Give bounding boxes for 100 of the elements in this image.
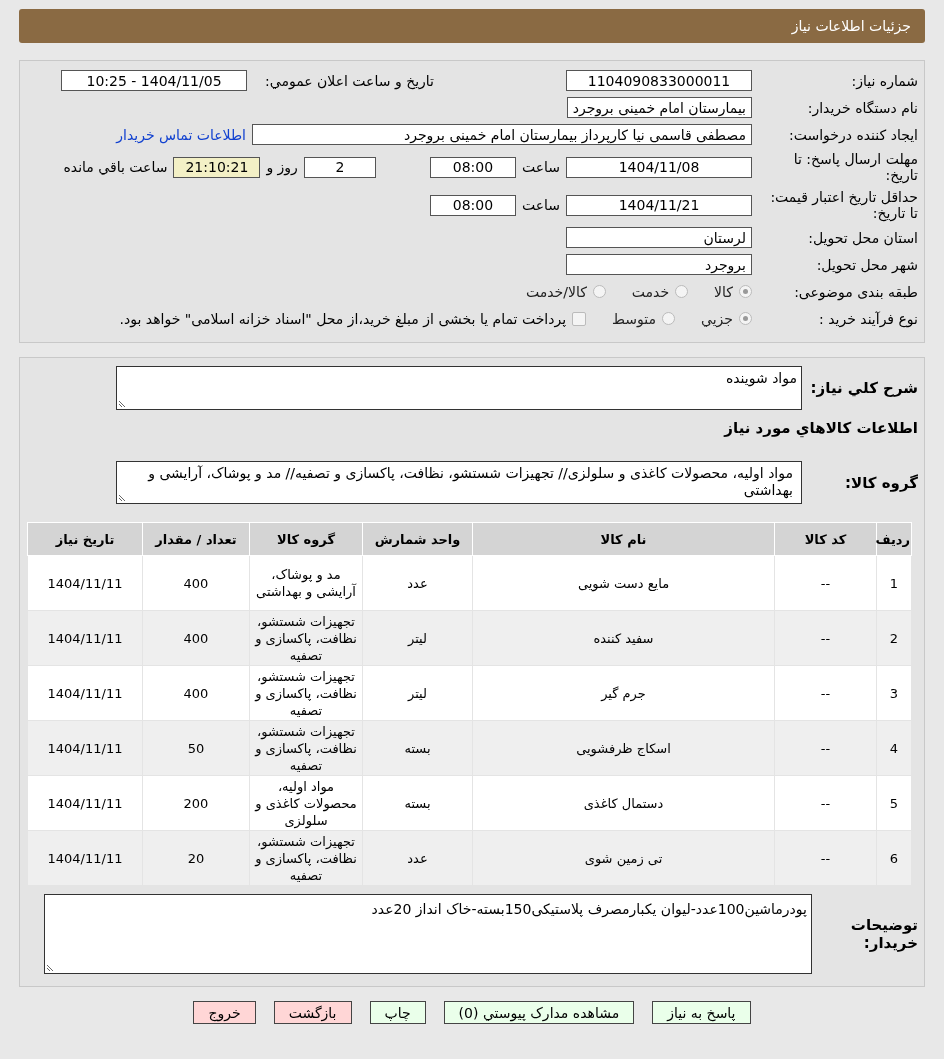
validity-time-field: 08:00 (429, 194, 516, 216)
option-label: کالا/خدمت (525, 283, 587, 300)
resize-handle-icon[interactable] (119, 493, 127, 501)
table-cell: 6 (876, 830, 912, 886)
column-header: تاریخ نیاز (27, 522, 143, 556)
table-cell: تجهیزات شستشو، نظافت، پاکسازی و تصفیه (249, 610, 363, 666)
field-label: ساعت (521, 159, 560, 175)
column-header: نام کالا (472, 522, 775, 556)
field-label: طبقه بندی موضوعی: (793, 283, 918, 300)
table-cell: مواد اولیه، محصولات کاغذی و سلولزی (249, 775, 363, 831)
table-cell: عدد (362, 830, 473, 886)
deadline-time-field: 08:00 (429, 156, 516, 178)
table-cell: 1404/11/11 (27, 555, 143, 611)
city-field: بروجرد (566, 254, 752, 275)
days-field: 2 (303, 156, 376, 178)
column-header: واحد شمارش (362, 522, 473, 556)
checkbox[interactable] (572, 311, 587, 326)
table-cell: تجهیزات شستشو، نظافت، پاکسازی و تصفیه (249, 830, 363, 886)
table-cell: 400 (142, 555, 250, 611)
field-label: توضیحات خریدار: (849, 916, 918, 952)
need-number-field: 1104090833000011 (566, 70, 752, 91)
action-button[interactable]: چاپ (369, 1001, 426, 1024)
table-cell: 1404/11/11 (27, 665, 143, 721)
announce-date-field: 1404/11/05 - 10:25 (61, 70, 248, 91)
radio-button[interactable] (739, 285, 752, 298)
goods-group-field: مواد اولیه، محصولات کاغذی و سلولزی// تجهیزات شستشو، نظافت، پاکسازی و تصفیه// مد و پوشاک، آرایشی و بهداشتی (116, 461, 802, 504)
table-cell: -- (774, 610, 877, 666)
table-cell: سفید کننده (472, 610, 775, 666)
field-label: مهلت ارسال پاسخ: تا تاریخ: (792, 151, 918, 183)
table-cell: 1404/11/11 (27, 775, 143, 831)
option-label: متوسط (612, 310, 657, 327)
table-cell: تی زمین شوی (472, 830, 775, 886)
table-cell: بسته (362, 775, 473, 831)
table-cell: 20 (142, 830, 250, 886)
deadline-date-field: 1404/11/08 (566, 156, 752, 178)
field-label: ایجاد کننده درخواست: (788, 126, 918, 143)
radio-button[interactable] (675, 285, 689, 298)
resize-handle-icon[interactable] (47, 963, 55, 971)
table-cell: 200 (142, 775, 250, 831)
remaining-time-field: 21:10:21 (173, 156, 261, 178)
table-cell: اسکاج ظرفشویی (472, 720, 775, 776)
option-label: جزيي (701, 310, 733, 327)
radio-button[interactable] (592, 285, 606, 298)
radio-button[interactable] (662, 312, 676, 325)
resize-handle-icon[interactable] (119, 399, 127, 407)
field-label: نام دستگاه خریدار: (806, 99, 918, 116)
table-cell: 5 (876, 775, 912, 831)
field-label: ساعت باقي مانده (63, 159, 168, 175)
field-label: شهر محل تحویل: (815, 256, 918, 273)
field-label: حداقل تاریخ اعتبار قیمت: تا تاریخ: (769, 189, 918, 221)
field-label: ساعت (521, 197, 560, 213)
table-cell: -- (774, 720, 877, 776)
table-cell: مد و پوشاک، آرایشی و بهداشتی (249, 555, 363, 611)
radio-button[interactable] (739, 312, 752, 325)
table-cell: 2 (876, 610, 912, 666)
action-button[interactable]: پاسخ به نیاز (652, 1001, 751, 1024)
table-cell: مایع دست شویی (472, 555, 775, 611)
column-header: گروه کالا (249, 522, 363, 556)
table-cell: -- (774, 775, 877, 831)
buyer-notes-field: پودرماشین100عدد-لیوان یکبارمصرف پلاستیکی150بسته-خاک انداز 20عدد (44, 894, 812, 974)
field-label: گروه کالا: (844, 473, 918, 492)
table-cell: 3 (876, 665, 912, 721)
table-cell: -- (774, 665, 877, 721)
table-cell: 1404/11/11 (27, 610, 143, 666)
action-button[interactable]: خروج (193, 1001, 256, 1024)
table-cell: 400 (142, 610, 250, 666)
table-cell: لیتر (362, 610, 473, 666)
field-label: شماره نیاز: (850, 72, 918, 89)
table-cell: 1404/11/11 (27, 830, 143, 886)
buyer-org-field: بیمارستان امام خمینی بروجرد (566, 97, 752, 118)
action-button[interactable]: مشاهده مدارک پیوستي (0) (443, 1001, 635, 1024)
description-field: مواد شوینده (116, 366, 802, 410)
table-cell: عدد (362, 555, 473, 611)
table-cell: -- (774, 830, 877, 886)
table-cell: 1 (876, 555, 912, 611)
table-cell: لیتر (362, 665, 473, 721)
option-label: خدمت (631, 283, 670, 300)
field-label: روز و (266, 159, 298, 175)
table-cell: 4 (876, 720, 912, 776)
column-header: کد کالا (774, 522, 877, 556)
table-cell: تجهیزات شستشو، نظافت، پاکسازی و تصفیه (249, 720, 363, 776)
section-heading: اطلاعات کالاهاي مورد نیاز (724, 418, 918, 437)
contact-link[interactable]: اطلاعات تماس خریدار (116, 126, 246, 143)
payment-note: پرداخت تمام یا بخشی از مبلغ خرید،از محل "اسناد خزانه اسلامی" خواهد بود. (119, 310, 567, 327)
table-cell: جرم گیر (472, 665, 775, 721)
column-header: ردیف (876, 522, 912, 556)
creator-field: مصطفی قاسمی نیا کارپرداز بیمارستان امام خمینی بروجرد (252, 124, 752, 145)
table-cell: 50 (142, 720, 250, 776)
action-button[interactable]: بازگشت (273, 1001, 352, 1024)
option-label: کالا (714, 283, 733, 300)
table-cell: تجهیزات شستشو، نظافت، پاکسازی و تصفیه (249, 665, 363, 721)
province-field: لرستان (566, 227, 752, 248)
table-cell: دستمال کاغذی (472, 775, 775, 831)
field-label: شرح کلي نیاز: (809, 379, 918, 397)
field-label: نوع فرآیند خرید : (818, 310, 918, 327)
page-title: جزئیات اطلاعات نیاز (791, 18, 911, 34)
table-cell: 400 (142, 665, 250, 721)
field-label: استان محل تحویل: (807, 229, 918, 246)
table-cell: بسته (362, 720, 473, 776)
validity-date-field: 1404/11/21 (566, 194, 752, 216)
